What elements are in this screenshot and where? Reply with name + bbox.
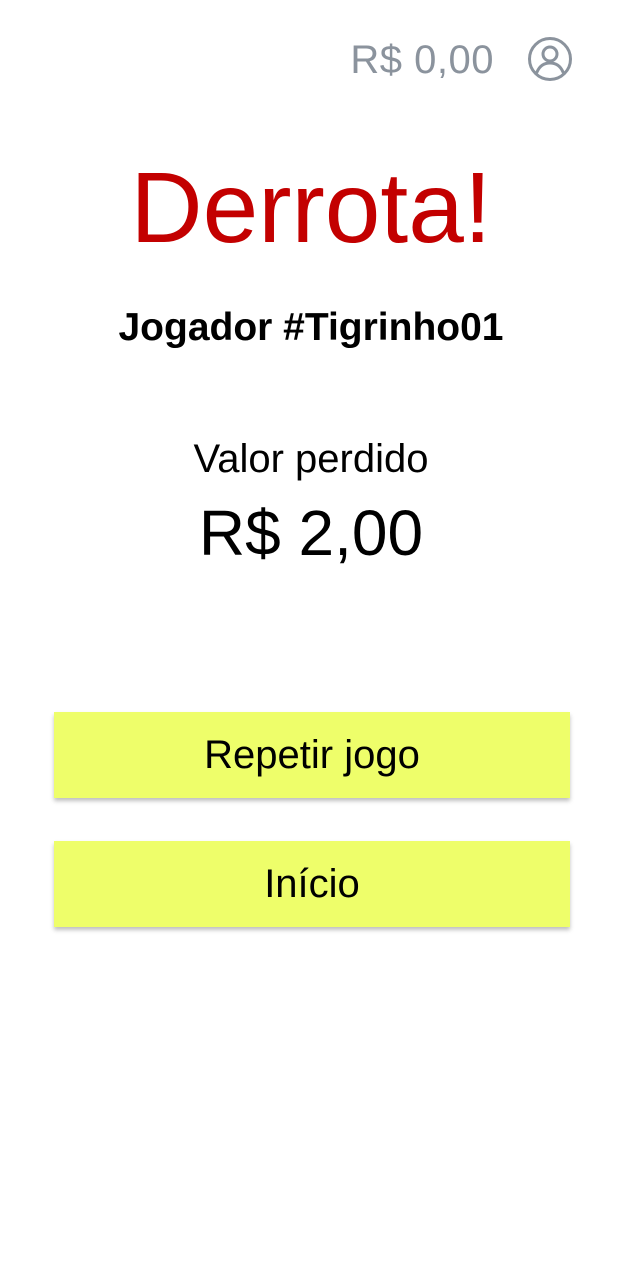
amount-lost-label: Valor perdido bbox=[193, 437, 429, 481]
player-name: Jogador #Tigrinho01 bbox=[118, 306, 504, 349]
result-title: Derrota! bbox=[130, 152, 492, 264]
repeat-game-button[interactable]: Repetir jogo bbox=[54, 712, 570, 798]
balance-display: R$ 0,00 bbox=[350, 38, 494, 82]
user-circle-icon bbox=[528, 37, 572, 81]
home-button[interactable]: Início bbox=[54, 841, 570, 927]
amount-lost-value: R$ 2,00 bbox=[198, 497, 424, 569]
profile-button[interactable] bbox=[527, 36, 573, 82]
result-screen: R$ 0,00 Derrota! Jogador #Tigrinho01 Val… bbox=[0, 0, 622, 1280]
